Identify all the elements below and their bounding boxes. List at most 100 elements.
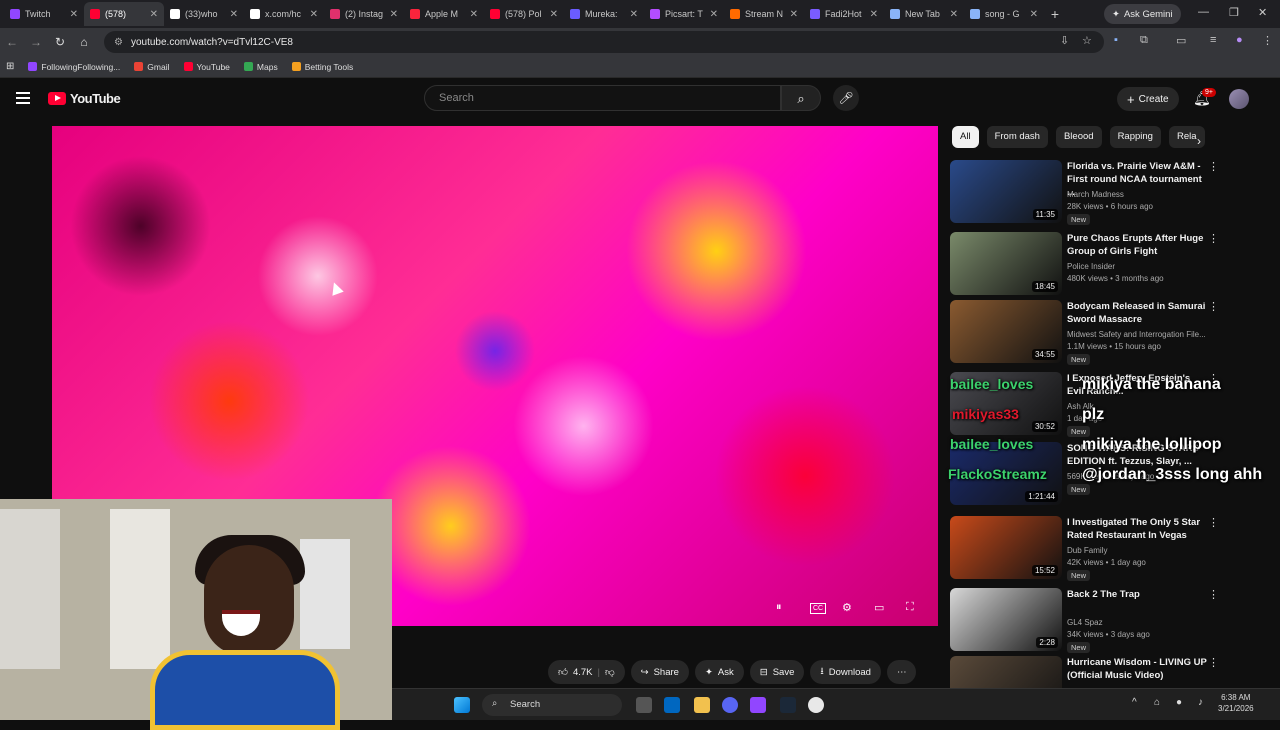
browser-tab[interactable]: (578) Pol ✕: [484, 2, 564, 26]
browser-tab[interactable]: song - G ✕: [964, 2, 1044, 26]
tab-close-icon[interactable]: ✕: [1030, 9, 1038, 20]
browser-tab[interactable]: (2) Instag ✕: [324, 2, 404, 26]
browser-tab[interactable]: (578) ✕: [84, 2, 164, 26]
recommended-video[interactable]: 15:52 I Investigated The Only 5 Star Rate…: [950, 516, 1272, 581]
video-title[interactable]: Hurricane Wisdom - LIVING UP (Official M…: [1067, 656, 1207, 682]
video-thumbnail[interactable]: 18:45: [950, 232, 1062, 295]
menu-hamburger-icon[interactable]: [16, 92, 30, 104]
chevron-right-icon[interactable]: ›: [1197, 134, 1201, 148]
more-options-icon[interactable]: ⋮: [1208, 300, 1219, 313]
profile-icon[interactable]: ●: [1236, 34, 1243, 46]
fullscreen-icon[interactable]: ⛶: [906, 601, 914, 614]
channel-name[interactable]: Midwest Safety and Interrogation File...: [1067, 330, 1206, 339]
more-options-icon[interactable]: ⋮: [1208, 516, 1219, 529]
youtube-logo[interactable]: YouTube: [48, 91, 121, 106]
filter-chip[interactable]: From dash: [986, 126, 1048, 148]
address-bar[interactable]: ⚙ youtube.com/watch?v=dTvl12C-VE8: [104, 31, 1104, 53]
apps-grid-icon[interactable]: ⊞: [6, 61, 14, 72]
tab-close-icon[interactable]: ✕: [390, 9, 398, 20]
recommended-video[interactable]: 18:45 Pure Chaos Erupts After Huge Group …: [950, 232, 1272, 296]
browser-tab[interactable]: Apple M ✕: [404, 2, 484, 26]
close-window-icon[interactable]: ✕: [1258, 6, 1267, 19]
recommended-video[interactable]: 2:28 Back 2 The Trap GL4 Spaz 34K views • 3…: [950, 588, 1272, 653]
ask-gemini-button[interactable]: ✦ Ask Gemini: [1104, 4, 1181, 24]
browser-tab[interactable]: x.com/hc ✕: [244, 2, 324, 26]
tab-close-icon[interactable]: ✕: [70, 9, 78, 20]
forward-icon[interactable]: →: [24, 35, 48, 49]
filter-chip[interactable]: Rapping: [1109, 126, 1161, 148]
video-thumbnail[interactable]: 2:28: [950, 588, 1062, 651]
bookmark-item[interactable]: YouTube: [183, 62, 230, 72]
bookmark-item[interactable]: Maps: [243, 62, 278, 72]
theater-mode-icon[interactable]: ▭: [874, 601, 884, 614]
minimize-icon[interactable]: —: [1198, 6, 1209, 18]
voice-search-button[interactable]: 🎤︎: [833, 85, 859, 111]
channel-name[interactable]: GL4 Spaz: [1067, 618, 1103, 627]
browser-tab[interactable]: (33)who ✕: [164, 2, 244, 26]
settings-gear-icon[interactable]: ⚙: [842, 601, 852, 614]
tab-close-icon[interactable]: ✕: [230, 9, 238, 20]
extensions-puzzle-icon[interactable]: ⧉: [1140, 34, 1148, 47]
tab-close-icon[interactable]: ✕: [790, 9, 798, 20]
create-button[interactable]: + Create: [1117, 87, 1179, 111]
reading-list-icon[interactable]: ≡: [1210, 34, 1216, 46]
browser-tab[interactable]: Stream N ✕: [724, 2, 804, 26]
install-icon[interactable]: ⇩: [1060, 34, 1069, 47]
steam-icon[interactable]: [780, 697, 796, 713]
file-explorer-icon[interactable]: [694, 697, 710, 713]
speaker-icon[interactable]: ♪: [1198, 697, 1203, 708]
reload-icon[interactable]: ↻: [48, 35, 72, 49]
video-title[interactable]: Back 2 The Trap: [1067, 588, 1207, 601]
extension-icon[interactable]: ▪: [1114, 34, 1118, 46]
network-icon[interactable]: ⌂: [1154, 697, 1160, 708]
tab-close-icon[interactable]: ✕: [550, 9, 558, 20]
site-info-icon[interactable]: ⚙: [114, 37, 123, 48]
save-button[interactable]: ⊟ Save: [749, 660, 805, 684]
video-thumbnail[interactable]: 15:52: [950, 516, 1062, 579]
browser-tab[interactable]: Fadi2Hot ✕: [804, 2, 884, 26]
more-actions-button[interactable]: ⋯: [886, 660, 917, 684]
video-thumbnail[interactable]: 11:35: [950, 160, 1062, 223]
browser-tab[interactable]: Picsart: T ✕: [644, 2, 724, 26]
chevron-up-icon[interactable]: ^: [1132, 697, 1137, 708]
more-options-icon[interactable]: ⋮: [1208, 588, 1219, 601]
channel-name[interactable]: Dub Family: [1067, 546, 1107, 555]
more-options-icon[interactable]: ⋮: [1208, 232, 1219, 245]
captions-icon[interactable]: CC: [810, 603, 827, 614]
pause-icon[interactable]: ⏸: [776, 601, 782, 614]
thumbs-down-icon[interactable]: 👎︎: [605, 666, 615, 678]
browser-menu-icon[interactable]: ⋮: [1262, 34, 1273, 47]
discord-icon[interactable]: [722, 697, 738, 713]
chrome-icon[interactable]: [808, 697, 824, 713]
new-tab-icon[interactable]: +: [1044, 6, 1066, 22]
filter-chip[interactable]: All: [952, 126, 979, 148]
channel-name[interactable]: Police Insider: [1067, 262, 1115, 271]
tab-close-icon[interactable]: ✕: [710, 9, 718, 20]
ask-button[interactable]: ✦ Ask: [694, 660, 744, 684]
share-button[interactable]: ↪ Share: [630, 660, 689, 684]
bookmark-star-icon[interactable]: ☆: [1082, 34, 1092, 47]
system-clock[interactable]: 6:38 AM 3/21/2026: [1218, 692, 1254, 714]
browser-tab[interactable]: Mureka: ✕: [564, 2, 644, 26]
tab-close-icon[interactable]: ✕: [950, 9, 958, 20]
tab-close-icon[interactable]: ✕: [870, 9, 878, 20]
tab-close-icon[interactable]: ✕: [150, 9, 158, 20]
more-options-icon[interactable]: ⋮: [1208, 160, 1219, 173]
browser-tab[interactable]: New Tab ✕: [884, 2, 964, 26]
twitch-icon[interactable]: [750, 697, 766, 713]
download-button[interactable]: ⭳ Download: [810, 660, 881, 684]
recommended-video[interactable]: 11:35 Florida vs. Prairie View A&M - Firs…: [950, 160, 1272, 225]
bookmark-item[interactable]: Gmail: [134, 62, 170, 72]
video-title[interactable]: I Investigated The Only 5 Star Rated Res…: [1067, 516, 1207, 542]
search-button[interactable]: ⌕: [781, 85, 821, 111]
video-thumbnail[interactable]: 34:55: [950, 300, 1062, 363]
channel-name[interactable]: March Madness: [1067, 190, 1124, 199]
task-view-icon[interactable]: [636, 697, 652, 713]
search-input[interactable]: Search: [424, 85, 781, 111]
video-title[interactable]: Bodycam Released in Samurai Sword Massac…: [1067, 300, 1207, 326]
sidebar-icon[interactable]: ▭: [1176, 34, 1186, 47]
more-options-icon[interactable]: ⋮: [1208, 656, 1219, 669]
back-icon[interactable]: ←: [0, 35, 24, 49]
bookmark-item[interactable]: FollowingFollowing...: [28, 62, 120, 72]
store-icon[interactable]: [664, 697, 680, 713]
